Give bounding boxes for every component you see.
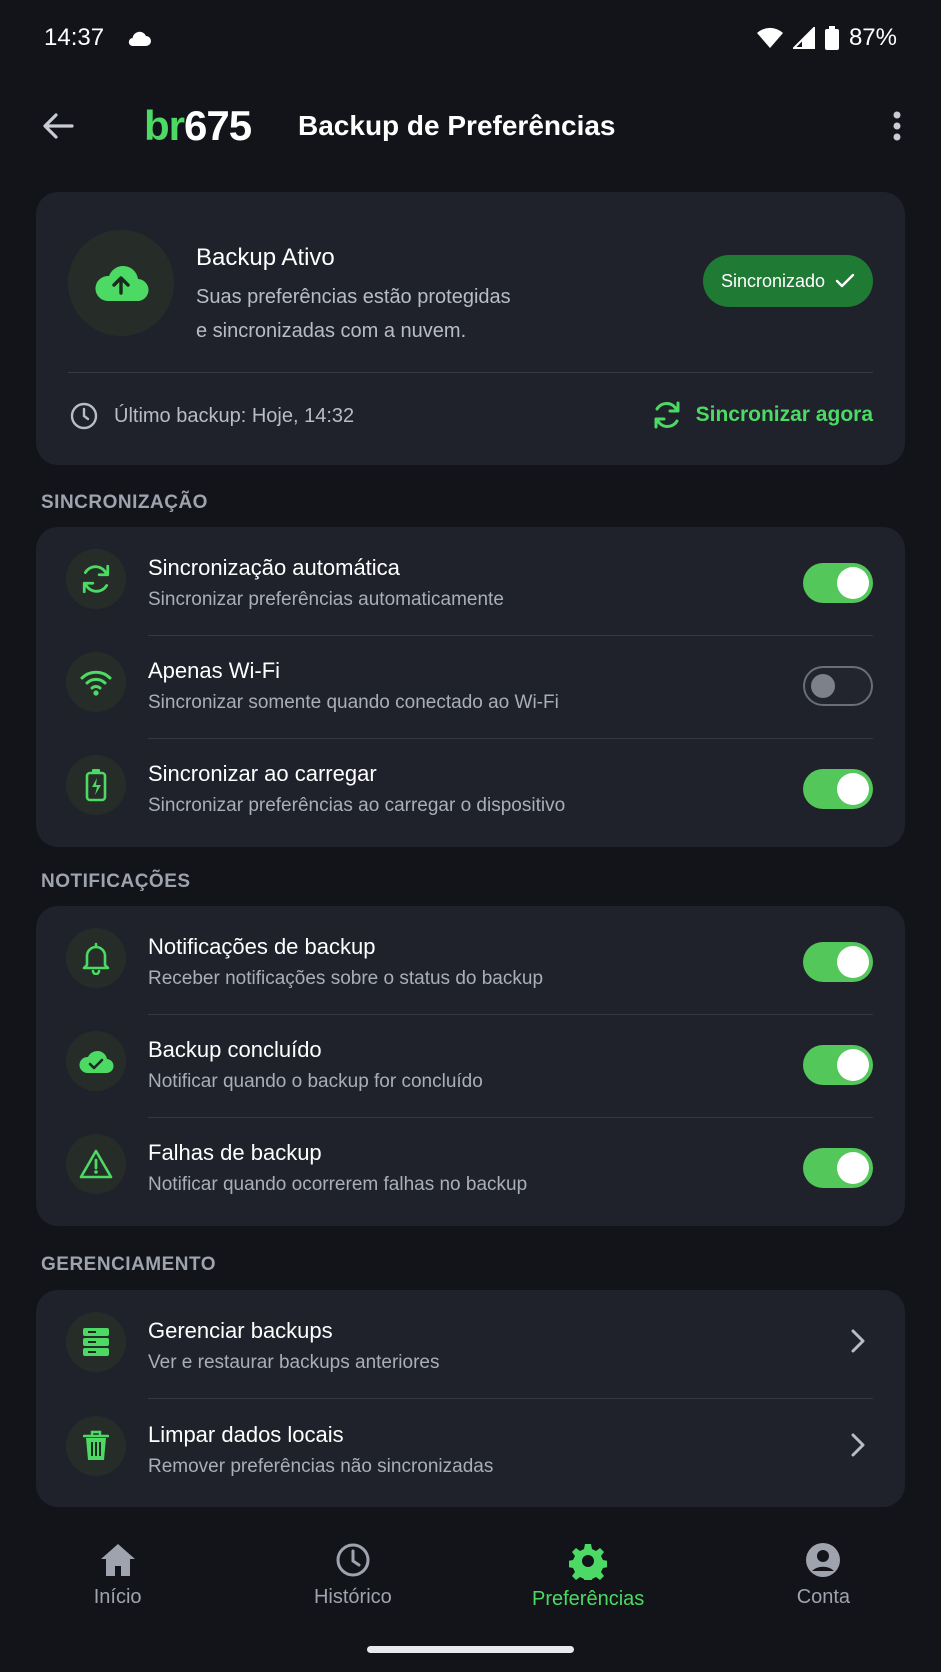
setting-title: Falhas de backup (148, 1140, 322, 1165)
battery-level: 87% (848, 24, 897, 51)
nav-label-home: Início (93, 1586, 142, 1608)
battery-icon (824, 26, 839, 50)
arrow-left-icon (43, 113, 74, 139)
battery-charging-icon (66, 755, 126, 815)
backup-complete-toggle[interactable] (803, 1045, 873, 1085)
signal-icon (792, 27, 815, 49)
nav-label-preferences: Preferências (531, 1588, 645, 1610)
setting-row-backup-complete[interactable]: Backup concluído Notificar quando o back… (36, 1009, 905, 1112)
app-logo: br675 (144, 102, 252, 150)
backup-failures-toggle[interactable] (803, 1148, 873, 1188)
management-card: Gerenciar backups Ver e restaurar backup… (36, 1290, 905, 1507)
wifi-only-toggle[interactable] (803, 666, 873, 706)
bell-icon (66, 928, 126, 988)
divider (68, 372, 873, 373)
last-backup-info: Último backup: Hoje, 14:32 (70, 402, 354, 430)
more-options-button[interactable] (879, 104, 915, 148)
setting-subtitle: Receber notificações sobre o status do b… (148, 968, 544, 989)
back-button[interactable] (36, 104, 80, 148)
nav-item-home[interactable]: Início (0, 1520, 235, 1630)
backup-desc-line1: Suas preferências estão protegidas (196, 286, 511, 308)
sync-settings-card: Sincronização automática Sincronizar pre… (36, 527, 905, 847)
status-left: 14:37 (44, 24, 152, 52)
nav-item-account[interactable]: Conta (706, 1520, 941, 1630)
backup-description: Suas preferências estão protegidas e sin… (196, 280, 616, 348)
backup-status-card: Backup Ativo Suas preferências estão pro… (36, 192, 905, 465)
cloud-upload-icon (68, 230, 174, 336)
home-indicator[interactable] (367, 1646, 574, 1653)
status-time: 14:37 (44, 24, 105, 51)
more-vertical-icon (893, 111, 901, 141)
chevron-right-icon (843, 1326, 873, 1356)
status-badge: Sincronizado (702, 255, 873, 307)
nav-item-preferences[interactable]: Preferências (471, 1520, 706, 1630)
logo-br: br (144, 102, 185, 149)
backup-desc-line2: e sincronizadas com a nuvem. (196, 320, 467, 342)
section-label-management: GERENCIAMENTO (41, 1254, 217, 1275)
check-icon (835, 273, 855, 288)
app-bar: br675 Backup de Preferências (0, 86, 941, 166)
setting-title: Sincronizar ao carregar (148, 761, 377, 786)
setting-title: Limpar dados locais (148, 1422, 344, 1447)
cloud-icon (126, 29, 152, 47)
sync-now-label: Sincronizar agora (695, 403, 873, 426)
logo-number: 675 (184, 102, 252, 149)
setting-subtitle: Notificar quando o backup for concluído (148, 1071, 483, 1092)
sync-on-charge-toggle[interactable] (803, 769, 873, 809)
backup-title: Backup Ativo (196, 244, 335, 271)
notification-settings-card: Notificações de backup Receber notificaç… (36, 906, 905, 1226)
nav-item-history[interactable]: Histórico (235, 1520, 470, 1630)
warning-icon (66, 1134, 126, 1194)
setting-title: Apenas Wi-Fi (148, 658, 281, 683)
setting-row-auto-sync[interactable]: Sincronização automática Sincronizar pre… (36, 527, 905, 630)
backup-notifications-toggle[interactable] (803, 942, 873, 982)
setting-title: Gerenciar backups (148, 1318, 333, 1343)
wifi-icon (66, 652, 126, 712)
bottom-nav: Início Histórico Preferências Conta (0, 1520, 941, 1630)
manage-backups-row[interactable]: Gerenciar backups Ver e restaurar backup… (36, 1290, 905, 1393)
setting-subtitle: Ver e restaurar backups anteriores (148, 1352, 440, 1373)
setting-row-sync-on-charge[interactable]: Sincronizar ao carregar Sincronizar pref… (36, 733, 905, 836)
setting-title: Notificações de backup (148, 934, 376, 959)
account-icon (806, 1543, 841, 1577)
wifi-icon (756, 27, 783, 49)
section-label-sync: SINCRONIZAÇÃO (41, 492, 208, 513)
gear-icon (569, 1544, 608, 1580)
clear-local-data-row[interactable]: Limpar dados locais Remover preferências… (36, 1394, 905, 1497)
setting-title: Backup concluído (148, 1037, 322, 1062)
setting-subtitle: Remover preferências não sincronizadas (148, 1456, 494, 1477)
page-title: Backup de Preferências (298, 110, 616, 141)
home-icon (100, 1544, 135, 1576)
cloud-check-icon (66, 1031, 126, 1091)
sync-icon (654, 401, 680, 429)
setting-subtitle: Sincronizar preferências automaticamente (148, 589, 504, 610)
setting-row-backup-notifications[interactable]: Notificações de backup Receber notificaç… (36, 906, 905, 1009)
sync-now-button[interactable]: Sincronizar agora (652, 400, 873, 430)
status-badge-label: Sincronizado (720, 270, 825, 291)
setting-subtitle: Sincronizar somente quando conectado ao … (148, 692, 559, 713)
setting-subtitle: Notificar quando ocorrerem falhas no bac… (148, 1174, 528, 1195)
section-label-notifications: NOTIFICAÇÕES (41, 871, 191, 892)
trash-icon (66, 1416, 126, 1476)
sync-icon (66, 549, 126, 609)
server-icon (66, 1312, 126, 1372)
auto-sync-toggle[interactable] (803, 563, 873, 603)
setting-row-backup-failures[interactable]: Falhas de backup Notificar quando ocorre… (36, 1112, 905, 1215)
nav-label-account: Conta (796, 1586, 851, 1608)
clock-icon (70, 402, 98, 430)
setting-title: Sincronização automática (148, 555, 400, 580)
chevron-right-icon (843, 1430, 873, 1460)
setting-row-wifi-only[interactable]: Apenas Wi-Fi Sincronizar somente quando … (36, 630, 905, 733)
status-right: 87% (756, 24, 897, 52)
last-backup-text: Último backup: Hoje, 14:32 (114, 404, 355, 427)
nav-label-history: Histórico (313, 1586, 392, 1608)
clock-icon (336, 1543, 370, 1577)
setting-subtitle: Sincronizar preferências ao carregar o d… (148, 795, 566, 816)
status-bar: 14:37 87% (0, 0, 941, 76)
